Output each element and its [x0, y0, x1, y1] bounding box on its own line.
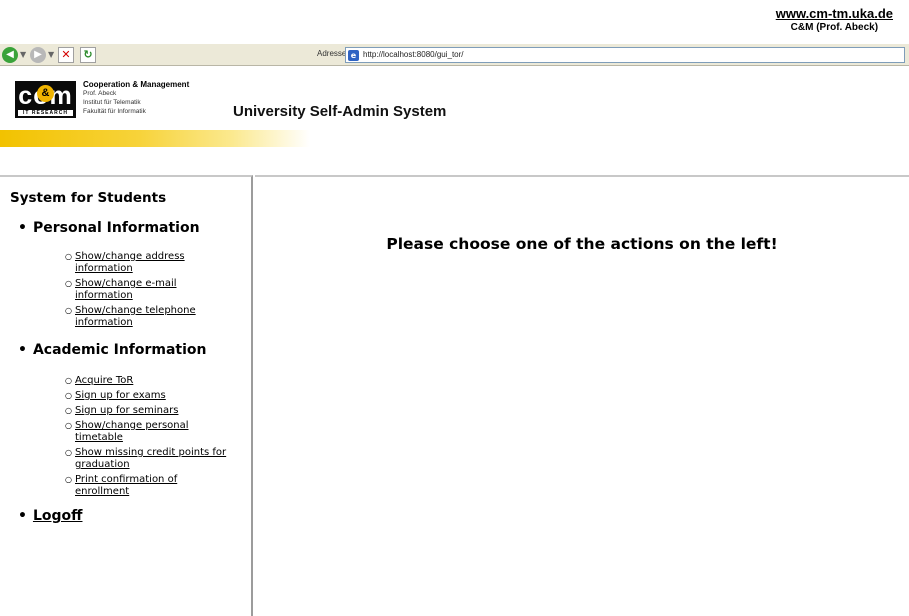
- link-print-enrollment[interactable]: Print confirmation of enrollment: [75, 474, 177, 497]
- circle-bullet-icon: ○: [65, 421, 72, 430]
- link-sign-up-exams[interactable]: Sign up for exams: [75, 390, 166, 401]
- logoff-item: • Logoff: [18, 508, 82, 524]
- circle-bullet-icon: ○: [65, 448, 72, 457]
- organization-block: Cooperation & Management Prof. Abeck Ins…: [83, 80, 189, 116]
- list-item: ○ Show/change telephone information: [65, 305, 230, 329]
- list-item: ○ Show/change e-mail information: [65, 278, 230, 302]
- slide-attribution: www.cm-tm.uka.de C&M (Prof. Abeck): [776, 6, 893, 33]
- list-item: ○ Print confirmation of enrollment: [65, 474, 230, 498]
- link-change-address[interactable]: Show/change address information: [75, 251, 185, 274]
- org-name: Cooperation & Management: [83, 80, 190, 89]
- org-line: Fakultät für Informatik: [83, 108, 146, 115]
- link-sign-up-seminars[interactable]: Sign up for seminars: [75, 405, 178, 416]
- list-item: ○ Show/change address information: [65, 251, 230, 275]
- attribution-credit: C&M (Prof. Abeck): [790, 22, 879, 33]
- circle-bullet-icon: ○: [65, 406, 72, 415]
- org-line: Prof. Abeck: [83, 90, 117, 97]
- circle-bullet-icon: ○: [65, 376, 72, 385]
- list-item: ○ Sign up for exams: [65, 390, 230, 402]
- forward-dropdown-icon[interactable]: ▼: [48, 50, 54, 59]
- bullet-icon: •: [18, 342, 27, 358]
- system-title: University Self-Admin System: [233, 103, 447, 120]
- section-label: Personal Information: [32, 220, 200, 236]
- bullet-icon: •: [18, 220, 27, 236]
- link-change-telephone[interactable]: Show/change telephone information: [75, 305, 196, 328]
- section-label: Academic Information: [32, 342, 207, 358]
- instruction-message: Please choose one of the actions on the …: [386, 235, 778, 253]
- academic-links-list: ○ Acquire ToR ○ Sign up for exams ○ Sign up…: [65, 375, 230, 501]
- stop-icon[interactable]: ✕: [58, 47, 74, 63]
- bullet-icon: •: [18, 508, 27, 524]
- address-label: Adresse: [317, 49, 347, 58]
- address-bar[interactable]: e http://localhost:8080/gui_tor/: [345, 47, 905, 63]
- back-arrow-icon[interactable]: ◀: [2, 47, 18, 63]
- org-line: Institut für Telematik: [83, 99, 141, 106]
- personal-links-list: ○ Show/change address information ○ Show/c…: [65, 251, 230, 332]
- logoff-link[interactable]: Logoff: [33, 508, 83, 524]
- circle-bullet-icon: ○: [65, 252, 72, 261]
- circle-bullet-icon: ○: [65, 279, 72, 288]
- sidebar-title: System for Students: [10, 190, 167, 206]
- com-logo: com & IT RESEARCH: [15, 81, 76, 118]
- content-pane: Please choose one of the actions on the …: [255, 175, 909, 616]
- browser-toolbar: ◀ ▼ ▶ ▼ ✕ ↻ Adresse e http://localhost:8…: [0, 44, 909, 66]
- page-icon: e: [348, 50, 359, 61]
- link-change-email[interactable]: Show/change e-mail information: [75, 278, 177, 301]
- list-item: ○ Show/change personal timetable: [65, 420, 230, 444]
- forward-arrow-icon[interactable]: ▶: [30, 47, 46, 63]
- list-item: ○ Acquire ToR: [65, 375, 230, 387]
- logo-ampersand: &: [37, 85, 54, 102]
- attribution-url[interactable]: www.cm-tm.uka.de: [776, 6, 893, 21]
- link-missing-credit-points[interactable]: Show missing credit points for graduatio…: [75, 447, 226, 470]
- back-dropdown-icon[interactable]: ▼: [20, 50, 26, 59]
- section-personal-information: • Personal Information: [18, 220, 200, 236]
- list-item: ○ Show missing credit points for graduati…: [65, 447, 230, 471]
- logo-subtitle: IT RESEARCH: [18, 110, 73, 116]
- section-academic-information: • Academic Information: [18, 342, 207, 358]
- link-acquire-tor[interactable]: Acquire ToR: [75, 375, 133, 386]
- page-header: com & IT RESEARCH Cooperation & Manageme…: [0, 66, 909, 174]
- address-url[interactable]: http://localhost:8080/gui_tor/: [363, 50, 464, 59]
- circle-bullet-icon: ○: [65, 306, 72, 315]
- circle-bullet-icon: ○: [65, 391, 72, 400]
- refresh-icon[interactable]: ↻: [80, 47, 96, 63]
- sidebar-menu: System for Students • Personal Informatio…: [0, 175, 253, 616]
- link-change-timetable[interactable]: Show/change personal timetable: [75, 420, 189, 443]
- header-color-band: [0, 130, 310, 147]
- list-item: ○ Sign up for seminars: [65, 405, 230, 417]
- circle-bullet-icon: ○: [65, 475, 72, 484]
